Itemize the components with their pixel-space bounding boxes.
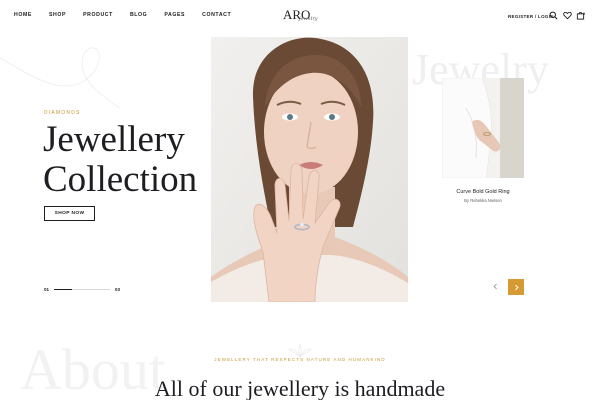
hero-title-line2: Collection [43,159,198,200]
nav-pages[interactable]: PAGES [164,12,185,18]
slide-current-number: 01 [44,287,50,292]
main-nav: HOME SHOP PRODUCT BLOG PAGES CONTACT [14,12,248,18]
about-eyebrow: JEWELLERY THAT RESPECTS NATURE AND HUMAN… [214,357,386,362]
hero-title-line1: Jewellery [43,119,185,160]
heart-icon[interactable] [563,11,572,20]
slide-progress-bar [54,289,110,290]
side-product-author: By Rebekka Nielsen [464,198,502,203]
nav-shop[interactable]: SHOP [49,12,66,18]
shop-now-button[interactable]: SHOP NOW [44,206,95,221]
side-product-name[interactable]: Curve Bold Gold Ring [442,189,524,195]
nav-product[interactable]: PRODUCT [83,12,113,18]
slider-prev-button[interactable] [488,279,503,294]
chevron-left-icon [493,283,497,290]
nav-home[interactable]: HOME [14,12,32,18]
nav-blog[interactable]: BLOG [130,12,147,18]
decorative-curve [0,47,120,109]
hero-title: Jewellery Collection [43,120,197,200]
floral-ornament-icon [288,344,312,358]
search-icon[interactable] [549,11,558,20]
cart-count-badge: 0 [583,11,586,16]
slider-next-button[interactable] [508,279,524,295]
hero-eyebrow: DIAMONDS [44,110,81,116]
about-title: All of our jewellery is handmade [154,376,446,400]
nav-contact[interactable]: CONTACT [202,12,231,18]
register-login-link[interactable]: REGISTER / LOGIN [508,14,554,19]
slide-progress-fill [54,289,73,290]
chevron-right-icon [514,284,519,290]
slide-total-number: 03 [115,287,121,292]
logo-subtitle: jewelry [299,16,318,22]
side-product-image[interactable] [442,78,524,178]
hero-model-image [211,37,408,302]
